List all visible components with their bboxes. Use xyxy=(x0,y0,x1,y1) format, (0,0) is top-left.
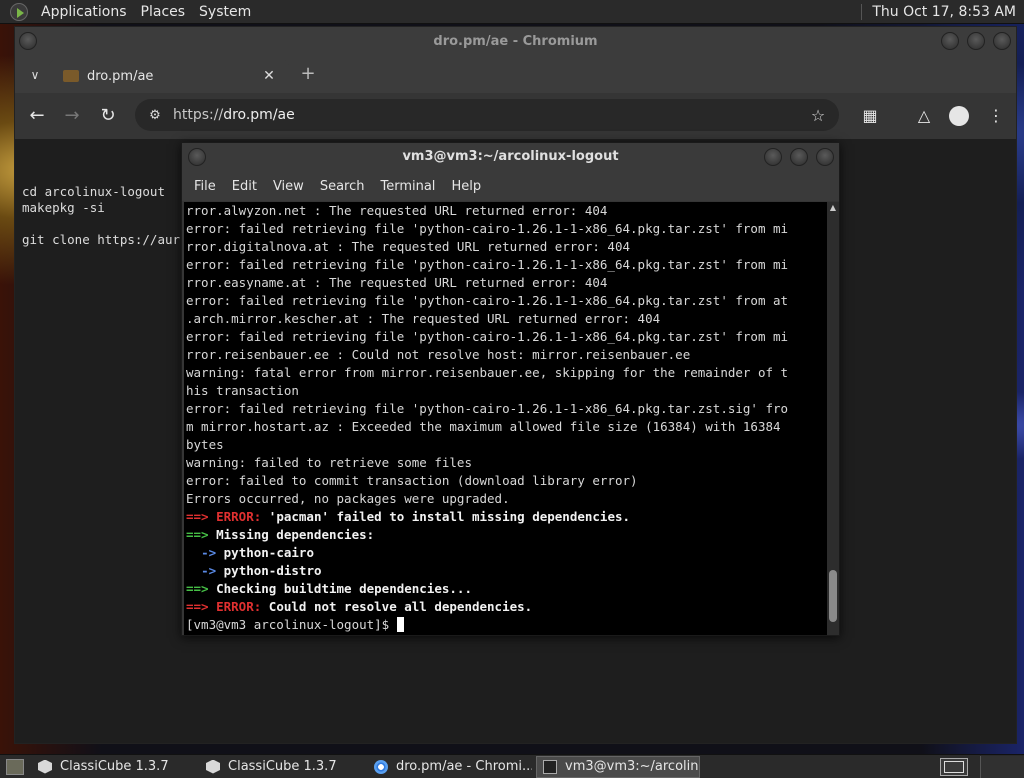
top-panel: Applications Places System Thu Oct 17, 8… xyxy=(0,0,1024,24)
taskbar-item-classicube-1[interactable]: ClassiCube 1.3.7 xyxy=(32,756,196,778)
terminal-line: error: failed to commit transaction (dow… xyxy=(186,473,638,488)
menu-edit[interactable]: Edit xyxy=(224,179,265,194)
profile-avatar-icon[interactable] xyxy=(949,106,969,126)
terminal-line: error: failed retrieving file 'python-ca… xyxy=(186,293,789,308)
terminal-line: rror.easyname.at : The requested URL ret… xyxy=(186,275,608,290)
terminal-line: error: failed retrieving file 'python-ca… xyxy=(186,221,789,236)
terminal-missing-item: -> python-distro xyxy=(201,563,322,578)
terminal-line: rror.digitalnova.at : The requested URL … xyxy=(186,239,631,254)
taskbar-item-classicube-2[interactable]: ClassiCube 1.3.7 xyxy=(200,756,364,778)
taskbar-trailing-area xyxy=(980,755,1024,778)
terminal-scrollbar[interactable]: ▲ xyxy=(827,202,839,635)
terminal-line: .arch.mirror.kescher.at : The requested … xyxy=(186,311,661,326)
terminal-line: Errors occurred, no packages were upgrad… xyxy=(186,491,510,506)
terminal-icon xyxy=(543,759,557,774)
terminal-prompt[interactable]: [vm3@vm3 arcolinux-logout]$ xyxy=(186,616,827,634)
terminal-error-line: ==> ERROR: 'pacman' failed to install mi… xyxy=(186,509,631,524)
terminal-close-button[interactable] xyxy=(816,148,834,166)
applications-menu[interactable]: Applications xyxy=(34,4,134,20)
places-menu[interactable]: Places xyxy=(134,4,193,20)
terminal-window-title: vm3@vm3:~/arcolinux-logout xyxy=(402,149,619,164)
page-code-block: cd arcolinux-logout makepkg -si git clon… xyxy=(22,184,181,247)
terminal-line: warning: fatal error from mirror.reisenb… xyxy=(186,365,789,380)
site-settings-icon[interactable]: ⚙ xyxy=(147,108,163,123)
menu-view[interactable]: View xyxy=(265,179,312,194)
terminal-window-menu-button[interactable] xyxy=(188,148,206,166)
terminal-maximize-button[interactable] xyxy=(790,148,808,166)
extensions-puzzle-icon[interactable]: ▦ xyxy=(857,103,883,129)
menu-logo-icon[interactable] xyxy=(10,2,28,21)
show-desktop-icon[interactable] xyxy=(6,758,24,775)
terminal-window: vm3@vm3:~/arcolinux-logout File Edit Vie… xyxy=(181,142,840,636)
terminal-minimize-button[interactable] xyxy=(764,148,782,166)
minimize-button[interactable] xyxy=(941,32,959,50)
menu-file[interactable]: File xyxy=(186,179,224,194)
bookmark-star-icon[interactable]: ☆ xyxy=(805,106,831,125)
url-text[interactable]: https://dro.pm/ae xyxy=(173,107,805,123)
tab-close-icon[interactable]: ✕ xyxy=(259,68,279,84)
scrollbar-thumb[interactable] xyxy=(829,570,837,622)
workspace-switcher[interactable] xyxy=(940,757,968,776)
terminal-missing-item: -> python-cairo xyxy=(201,545,314,560)
terminal-menubar: File Edit View Search Terminal Help xyxy=(182,171,839,201)
terminal-line: m mirror.hostart.az : Exceeded the maxim… xyxy=(186,419,781,434)
classicube-icon xyxy=(206,759,220,774)
new-tab-plus-icon[interactable]: + xyxy=(298,63,318,84)
clock[interactable]: Thu Oct 17, 8:53 AM xyxy=(861,3,1020,20)
chromium-icon xyxy=(374,759,388,774)
terminal-line: rror.reisenbauer.ee : Could not resolve … xyxy=(186,347,691,362)
close-window-button[interactable] xyxy=(993,32,1011,50)
terminal-checking-line: ==> Checking buildtime dependencies... xyxy=(186,581,472,596)
classicube-icon xyxy=(38,759,52,774)
menu-search[interactable]: Search xyxy=(312,179,373,194)
terminal-line: error: failed retrieving file 'python-ca… xyxy=(186,329,789,344)
terminal-output[interactable]: rror.alwyzon.net : The requested URL ret… xyxy=(184,202,827,635)
terminal-line: bytes xyxy=(186,437,224,452)
bottom-taskbar: ClassiCube 1.3.7 ClassiCube 1.3.7 dro.pm… xyxy=(0,754,1024,778)
taskbar-item-chromium[interactable]: dro.pm/ae - Chromi... xyxy=(368,756,532,778)
terminal-line: rror.alwyzon.net : The requested URL ret… xyxy=(186,203,608,218)
terminal-error-line: ==> ERROR: Could not resolve all depende… xyxy=(186,599,533,614)
folder-favicon-icon xyxy=(63,70,79,82)
terminal-line: error: failed retrieving file 'python-ca… xyxy=(186,401,789,416)
tab-title: dro.pm/ae xyxy=(87,68,154,84)
forward-arrow-icon[interactable]: → xyxy=(59,103,85,129)
back-arrow-icon[interactable]: ← xyxy=(24,103,50,129)
tab-strip: ∨ dro.pm/ae ✕ + xyxy=(15,57,1016,93)
taskbar-item-terminal[interactable]: vm3@vm3:~/arcolin... xyxy=(536,755,700,778)
text-cursor xyxy=(396,617,404,632)
menu-terminal[interactable]: Terminal xyxy=(372,179,443,194)
menu-help[interactable]: Help xyxy=(443,179,489,194)
chromium-window-title: dro.pm/ae - Chromium xyxy=(433,34,598,49)
scroll-up-arrow-icon[interactable]: ▲ xyxy=(827,202,839,214)
terminal-line: warning: failed to retrieve some files xyxy=(186,455,472,470)
tab-search-chevron-icon[interactable]: ∨ xyxy=(25,65,45,85)
terminal-missing-line: ==> Missing dependencies: xyxy=(186,527,375,542)
browser-toolbar: ← → ↻ ⚙ https://dro.pm/ae ☆ ▦ △ ⋮ xyxy=(15,93,1016,139)
labs-flask-icon[interactable]: △ xyxy=(911,103,937,129)
menu-kebab-icon[interactable]: ⋮ xyxy=(983,103,1009,129)
terminal-line: his transaction xyxy=(186,383,299,398)
window-menu-button[interactable] xyxy=(19,32,37,50)
maximize-button[interactable] xyxy=(967,32,985,50)
system-menu[interactable]: System xyxy=(192,4,258,20)
terminal-titlebar[interactable]: vm3@vm3:~/arcolinux-logout xyxy=(182,143,839,171)
tab-dro-pm[interactable]: dro.pm/ae ✕ xyxy=(49,59,289,93)
address-bar[interactable]: ⚙ https://dro.pm/ae ☆ xyxy=(135,99,839,131)
chromium-titlebar[interactable]: dro.pm/ae - Chromium xyxy=(15,27,1016,57)
terminal-line: error: failed retrieving file 'python-ca… xyxy=(186,257,789,272)
reload-icon[interactable]: ↻ xyxy=(95,103,121,129)
